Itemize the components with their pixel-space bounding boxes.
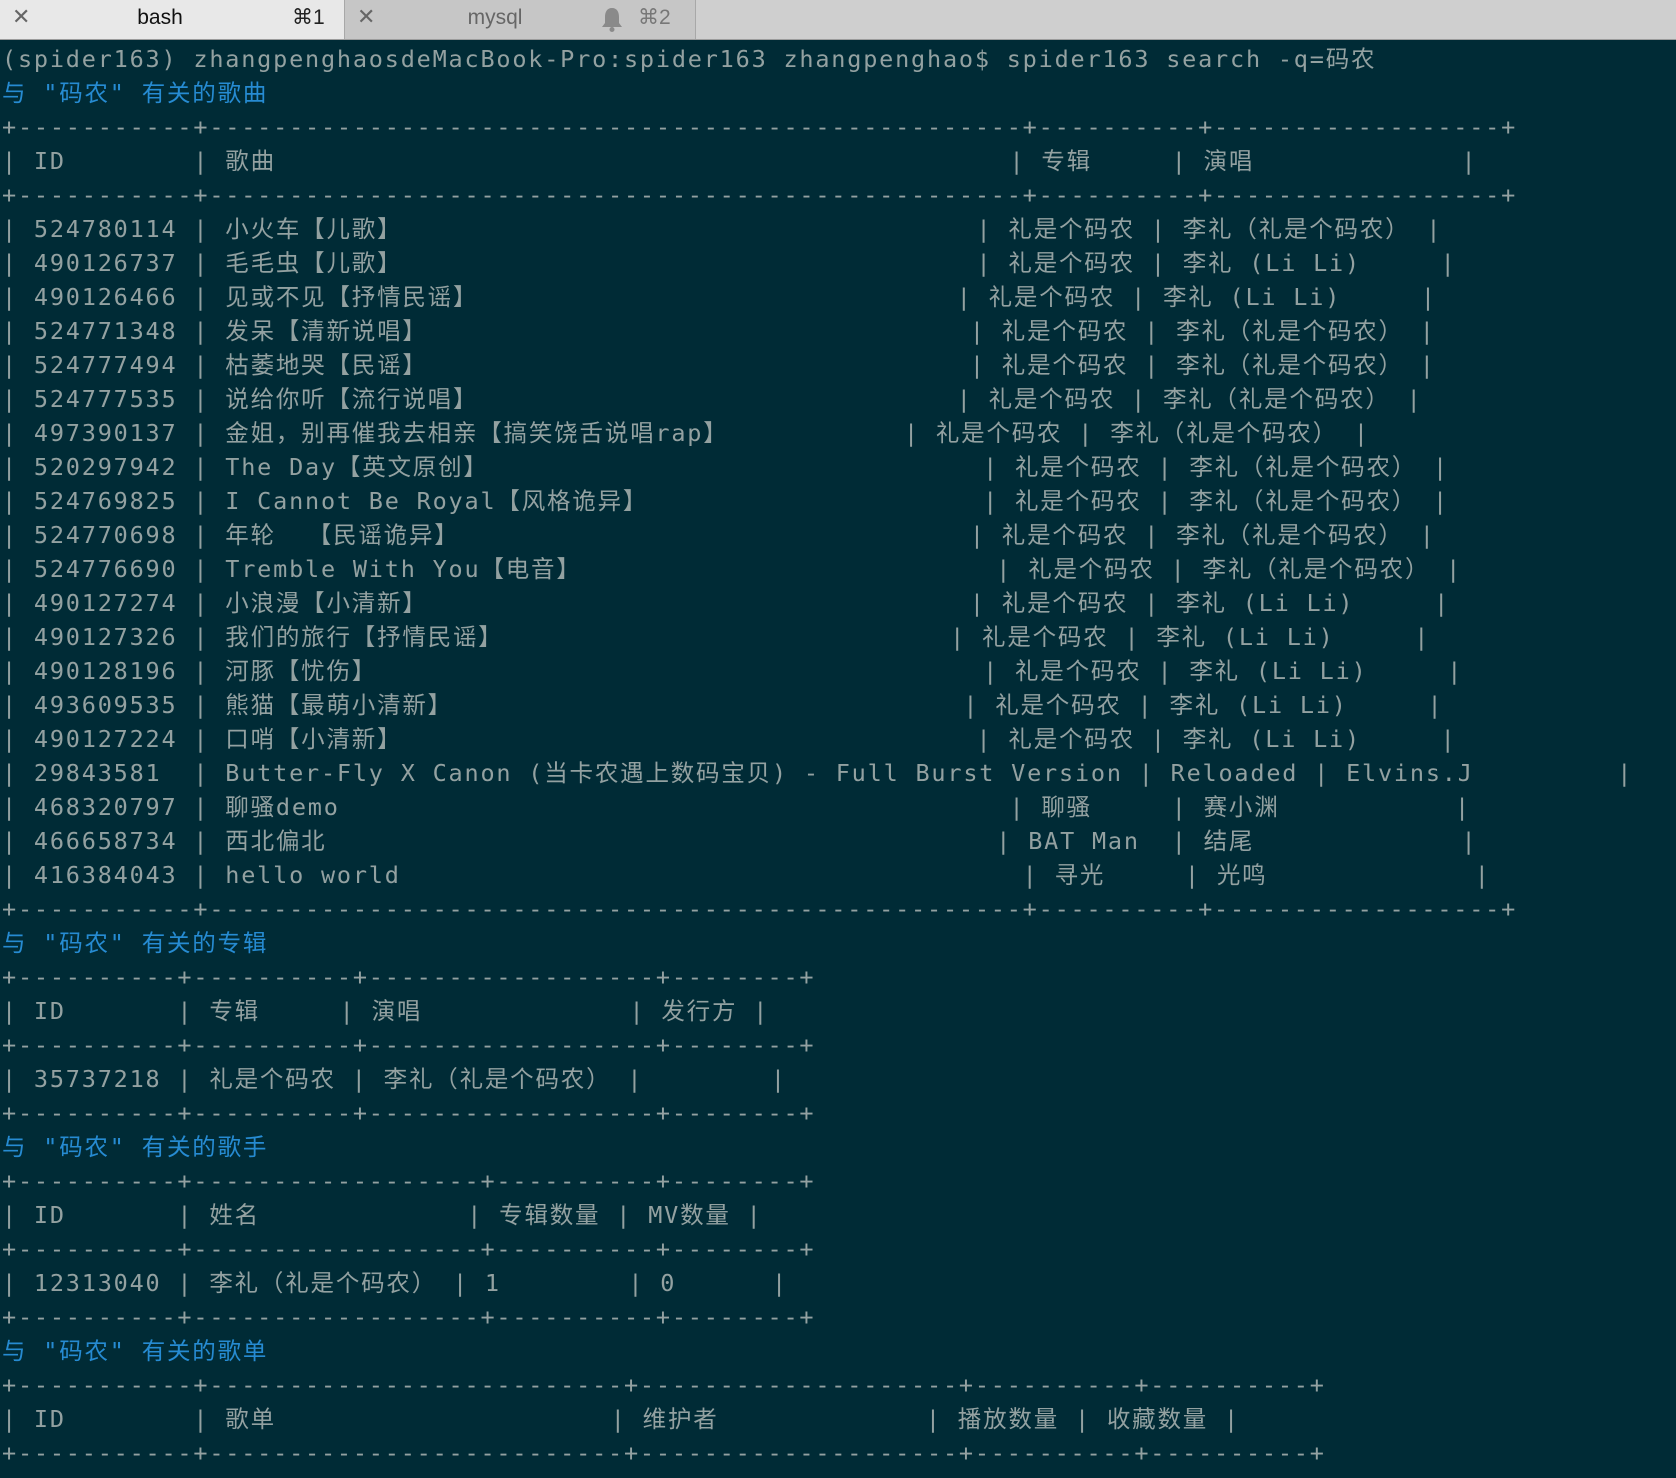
- tab-title: bash: [137, 6, 183, 29]
- output-line: | ID | 专辑 | 演唱 | 发行方 |: [2, 997, 770, 1025]
- output-line: | 524771348 | 发呆【清新说唱】 | 礼是个码农 | 李礼（礼是个码…: [2, 317, 1436, 345]
- output-line: +-----------+--------------------------+…: [2, 1439, 1326, 1467]
- output-line: +-----------+---------------------------…: [2, 113, 1518, 141]
- output-line: +----------+----------+-----------------…: [2, 1031, 816, 1059]
- output-line: | ID | 歌曲 | 专辑 | 演唱 |: [2, 147, 1478, 175]
- section-heading: 与 "码农" 有关的歌曲: [2, 79, 269, 107]
- tab-mysql[interactable]: ✕ mysql ⌘2: [345, 0, 696, 39]
- output-line: | 29843581 | Butter-Fly X Canon (当卡农遇上数码…: [2, 759, 1634, 787]
- output-line: +-----------+---------------------------…: [2, 895, 1518, 923]
- close-icon[interactable]: ✕: [12, 5, 30, 31]
- output-line: +----------+----------+-----------------…: [2, 1099, 816, 1127]
- output-line: +-----------+--------------------------+…: [2, 1371, 1326, 1399]
- tab-shortcut: ⌘1: [292, 6, 325, 29]
- bell-icon: [601, 6, 623, 38]
- section-heading: 与 "码农" 有关的歌手: [2, 1133, 269, 1161]
- output-line: +----------+------------------+---------…: [2, 1167, 816, 1195]
- command-prompt: (spider163) zhangpenghaosdeMacBook-Pro:s…: [2, 45, 1377, 73]
- output-line: | 524769825 | I Cannot Be Royal【风格诡异】 | …: [2, 487, 1449, 515]
- output-line: | 524777494 | 枯萎地哭【民谣】 | 礼是个码农 | 李礼（礼是个码…: [2, 351, 1436, 379]
- output-line: | 468320797 | 聊骚demo | 聊骚 | 赛小渊 |: [2, 793, 1471, 821]
- output-line: | 524780114 | 小火车【儿歌】 | 礼是个码农 | 李礼（礼是个码农…: [2, 215, 1443, 243]
- output-line: +----------+------------------+---------…: [2, 1235, 816, 1263]
- output-line: | ID | 姓名 | 专辑数量 | MV数量 |: [2, 1201, 763, 1229]
- output-line: | 490126466 | 见或不见【抒情民谣】 | 礼是个码农 | 李礼 (L…: [2, 283, 1437, 311]
- output-line: | 490127274 | 小浪漫【小清新】 | 礼是个码农 | 李礼 (Li …: [2, 589, 1451, 617]
- output-line: | 12313040 | 李礼（礼是个码农） | 1 | 0 |: [2, 1269, 788, 1297]
- output-line: | 524776690 | Tremble With You【电音】 | 礼是个…: [2, 555, 1463, 583]
- section-heading: 与 "码农" 有关的歌单: [2, 1337, 269, 1365]
- tab-shortcut: ⌘2: [638, 6, 671, 29]
- output-line: +----------+------------------+---------…: [2, 1303, 816, 1331]
- output-line: | 490127326 | 我们的旅行【抒情民谣】 | 礼是个码农 | 李礼 (…: [2, 623, 1431, 651]
- output-line: | 416384043 | hello world | 寻光 | 光鸣 |: [2, 861, 1491, 889]
- output-line: | 466658734 | 西北偏北 | BAT Man | 结尾 |: [2, 827, 1478, 855]
- tab-title: mysql: [467, 6, 523, 29]
- output-line: | 524777535 | 说给你听【流行说唱】 | 礼是个码农 | 李礼（礼是…: [2, 385, 1423, 413]
- output-line: | ID | 歌单 | 维护者 | 播放数量 | 收藏数量 |: [2, 1405, 1240, 1433]
- output-line: | 497390137 | 金姐，别再催我去相亲【搞笑饶舌说唱rap】 | 礼是…: [2, 419, 1370, 447]
- output-line: | 490126737 | 毛毛虫【儿歌】 | 礼是个码农 | 李礼 (Li L…: [2, 249, 1457, 277]
- terminal-output[interactable]: (spider163) zhangpenghaosdeMacBook-Pro:s…: [0, 40, 1676, 1478]
- output-line: +----------+----------+-----------------…: [2, 963, 816, 991]
- output-line: | 493609535 | 熊猫【最萌小清新】 | 礼是个码农 | 李礼 (Li…: [2, 691, 1444, 719]
- section-heading: 与 "码农" 有关的专辑: [2, 929, 269, 957]
- output-line: | 524770698 | 年轮 【民谣诡异】 | 礼是个码农 | 李礼（礼是个…: [2, 521, 1436, 549]
- output-line: | 520297942 | The Day【英文原创】 | 礼是个码农 | 李礼…: [2, 453, 1449, 481]
- output-line: | 490128196 | 河豚【忧伤】 | 礼是个码农 | 李礼 (Li Li…: [2, 657, 1464, 685]
- close-icon[interactable]: ✕: [357, 5, 375, 31]
- output-line: +-----------+---------------------------…: [2, 181, 1518, 209]
- tab-bar: ✕ bash ⌘1 ✕ mysql ⌘2: [0, 0, 1676, 40]
- output-line: | 490127224 | 口哨【小清新】 | 礼是个码农 | 李礼 (Li L…: [2, 725, 1457, 753]
- tab-bash[interactable]: ✕ bash ⌘1: [0, 0, 345, 39]
- output-line: | 35737218 | 礼是个码农 | 李礼（礼是个码农） | |: [2, 1065, 787, 1093]
